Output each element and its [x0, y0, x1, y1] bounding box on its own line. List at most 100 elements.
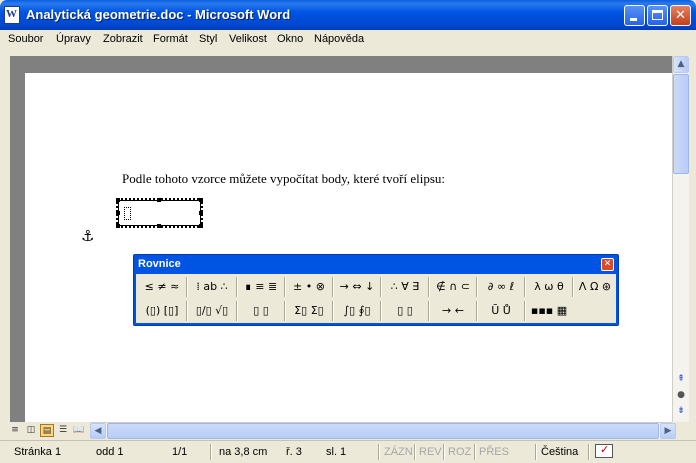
- print-layout-view-icon[interactable]: ▤: [40, 424, 54, 437]
- reading-layout-view-icon[interactable]: 📖: [72, 424, 86, 437]
- equation-template-row: (▯) [▯] ▯/▯ √▯ ▯ ▯ Σ▯ Σ▯ ∫▯ ∮▯ ▯ ▯ → ← Ū…: [136, 299, 616, 323]
- misc-symbols-button[interactable]: ∂ ∞ ℓ: [480, 276, 522, 298]
- menu-bar: Soubor Úpravy Zobrazit Formát Styl Velik…: [0, 30, 696, 50]
- normal-view-icon[interactable]: ≡: [8, 424, 22, 437]
- resize-handle[interactable]: [199, 224, 203, 228]
- status-separator: [535, 444, 537, 460]
- maximize-button[interactable]: [647, 5, 668, 26]
- logical-symbols-button[interactable]: ∴ ∀ ∃: [384, 276, 426, 298]
- relational-symbols-button[interactable]: ≤ ≠ ≈: [140, 276, 184, 298]
- status-separator: [414, 444, 416, 460]
- vertical-scrollbar[interactable]: ▲ ⇞ ● ⇟ ▼: [672, 56, 689, 439]
- scroll-left-button[interactable]: ◀: [90, 423, 106, 439]
- status-page: Stránka 1: [14, 446, 62, 458]
- toolbar-separator: [428, 301, 430, 321]
- equation-toolbar-close-icon[interactable]: ✕: [601, 258, 614, 271]
- menu-velikost[interactable]: Velikost: [229, 33, 267, 45]
- status-extend-selection[interactable]: ROZ: [448, 446, 471, 458]
- equation-toolbar: Rovnice ✕ ≤ ≠ ≈ ⁞ ab ∴ ∎ ≡ ≣ ± • ⊗ → ⇔ ↓…: [133, 254, 619, 326]
- products-set-theory-templates-button[interactable]: Ū Ů: [480, 300, 522, 322]
- menu-soubor[interactable]: Soubor: [8, 33, 43, 45]
- horizontal-scrollbar[interactable]: ◀ ▶: [90, 422, 676, 439]
- resize-handle[interactable]: [199, 198, 203, 202]
- toolbar-separator: [236, 277, 238, 297]
- resize-handle[interactable]: [157, 224, 161, 228]
- arrow-symbols-button[interactable]: → ⇔ ↓: [336, 276, 378, 298]
- menu-format[interactable]: Formát: [153, 33, 188, 45]
- document-paragraph[interactable]: Podle tohoto vzorce můžete vypočítat bod…: [122, 171, 445, 187]
- toolbar-separator: [476, 301, 478, 321]
- toolbar-separator: [186, 301, 188, 321]
- fence-templates-button[interactable]: (▯) [▯]: [140, 300, 184, 322]
- next-page-icon[interactable]: ⇟: [673, 404, 689, 418]
- toolbar-separator: [476, 277, 478, 297]
- title-bar: Analytická geometrie.doc - Microsoft Wor…: [0, 0, 696, 30]
- scroll-up-button[interactable]: ▲: [673, 56, 689, 73]
- vertical-scroll-thumb[interactable]: [673, 74, 689, 174]
- equation-input-slot[interactable]: [124, 207, 131, 220]
- set-theory-symbols-button[interactable]: ∉ ∩ ⊂: [432, 276, 474, 298]
- status-position: na 3,8 cm: [219, 446, 268, 458]
- toolbar-separator: [524, 277, 526, 297]
- scroll-right-button[interactable]: ▶: [660, 423, 676, 439]
- status-overtype[interactable]: PŘES: [479, 446, 509, 458]
- status-separator: [474, 444, 476, 460]
- greek-lowercase-button[interactable]: λ ω θ: [528, 276, 570, 298]
- toolbar-separator: [236, 301, 238, 321]
- document-page[interactable]: [25, 73, 672, 422]
- window-title: Analytická geometrie.doc - Microsoft Wor…: [26, 7, 291, 22]
- maximize-icon: [652, 10, 663, 20]
- equation-toolbar-title: Rovnice: [138, 258, 181, 270]
- equation-symbol-row: ≤ ≠ ≈ ⁞ ab ∴ ∎ ≡ ≣ ± • ⊗ → ⇔ ↓ ∴ ∀ ∃ ∉ ∩…: [136, 275, 616, 299]
- greek-uppercase-button[interactable]: Λ Ω ⊛: [574, 276, 616, 298]
- subscript-superscript-templates-button[interactable]: ▯ ▯: [240, 300, 282, 322]
- resize-handle[interactable]: [116, 198, 120, 202]
- close-icon: ✕: [675, 8, 686, 23]
- status-bar: Stránka 1 odd 1 1/1 na 3,8 cm ř. 3 sl. 1…: [0, 440, 696, 463]
- toolbar-separator: [284, 277, 286, 297]
- status-language[interactable]: Čeština: [541, 446, 578, 458]
- toolbar-separator: [428, 277, 430, 297]
- web-layout-view-icon[interactable]: ◫: [24, 424, 38, 437]
- menu-napoveda[interactable]: Nápověda: [314, 33, 364, 45]
- embellishments-button[interactable]: ∎ ≡ ≣: [240, 276, 282, 298]
- status-record-macro[interactable]: ZÁZN: [384, 446, 413, 458]
- previous-page-icon[interactable]: ⇞: [673, 372, 689, 386]
- select-browse-object-icon[interactable]: ●: [673, 388, 689, 402]
- integral-templates-button[interactable]: ∫▯ ∮▯: [336, 300, 378, 322]
- spaces-ellipses-button[interactable]: ⁞ ab ∴: [190, 276, 234, 298]
- status-track-changes[interactable]: REV: [419, 446, 442, 458]
- operator-symbols-button[interactable]: ± • ⊗: [288, 276, 330, 298]
- resize-handle[interactable]: [116, 211, 120, 215]
- menu-okno[interactable]: Okno: [277, 33, 303, 45]
- status-line: ř. 3: [286, 446, 302, 458]
- status-separator: [443, 444, 445, 460]
- matrix-templates-button[interactable]: ▪▪▪ ▦: [528, 300, 570, 322]
- close-button[interactable]: ✕: [670, 5, 691, 26]
- resize-handle[interactable]: [116, 224, 120, 228]
- minimize-button[interactable]: [624, 5, 645, 26]
- status-separator: [588, 444, 590, 460]
- resize-handle[interactable]: [199, 211, 203, 215]
- status-section: odd 1: [96, 446, 124, 458]
- outline-view-icon[interactable]: ☰: [56, 424, 70, 437]
- scroll-up-icon: ▲: [677, 59, 685, 69]
- horizontal-scroll-thumb[interactable]: [107, 423, 659, 439]
- spelling-grammar-status-icon[interactable]: [595, 443, 613, 458]
- menu-styl[interactable]: Styl: [199, 33, 217, 45]
- menu-zobrazit[interactable]: Zobrazit: [103, 33, 143, 45]
- anchor-icon[interactable]: ⚓: [81, 227, 94, 245]
- word-app-icon[interactable]: [4, 6, 20, 24]
- menu-upravy[interactable]: Úpravy: [56, 33, 91, 45]
- fraction-radical-templates-button[interactable]: ▯/▯ √▯: [190, 300, 234, 322]
- equation-object[interactable]: [116, 198, 203, 228]
- status-column: sl. 1: [326, 446, 347, 458]
- scroll-right-icon: ▶: [664, 426, 672, 436]
- labeled-arrow-templates-button[interactable]: → ←: [432, 300, 474, 322]
- summation-templates-button[interactable]: Σ▯ Σ▯: [288, 300, 330, 322]
- underbar-overbar-templates-button[interactable]: ▯ ▯: [384, 300, 426, 322]
- status-separator: [378, 444, 380, 460]
- toolbar-separator: [186, 277, 188, 297]
- resize-handle[interactable]: [157, 198, 161, 202]
- toolbar-separator: [332, 277, 334, 297]
